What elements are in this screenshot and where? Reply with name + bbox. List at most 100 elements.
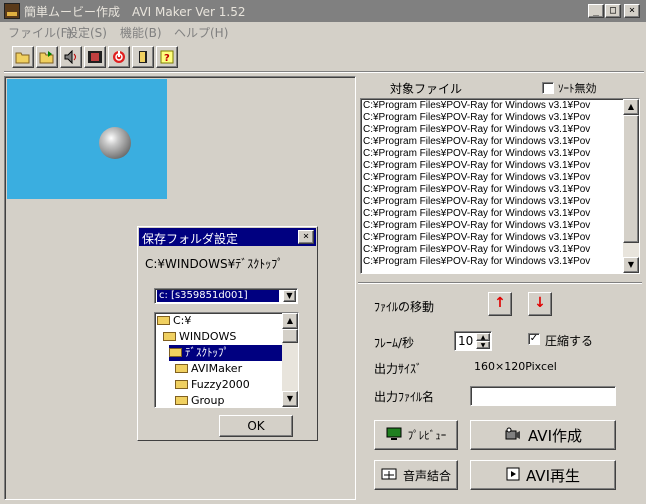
play-icon (506, 467, 520, 484)
folder-label: Fuzzy2000 (191, 378, 250, 391)
move-down-button[interactable]: ↓ (528, 292, 552, 316)
menu-help[interactable]: ヘルプ(H) (174, 24, 228, 41)
sound-icon[interactable] (60, 46, 82, 68)
folder-label: ﾃﾞｽｸﾄｯﾌﾟ (185, 346, 229, 359)
spin-down-icon[interactable]: ▼ (476, 341, 490, 349)
dialog-title-bar: 保存フォルダ設定 × (139, 228, 316, 246)
list-item[interactable]: C:¥Program Files¥POV-Ray for Windows v3.… (363, 124, 590, 136)
save-folder-dialog: 保存フォルダ設定 × C:¥WINDOWS¥ﾃﾞｽｸﾄｯﾌﾟ c: [s3598… (137, 226, 318, 441)
power-icon[interactable] (108, 46, 130, 68)
menu-bar: ファイル(F) 設定(S) 機能(B) ヘルプ(H) (0, 22, 646, 40)
scroll-thumb[interactable] (282, 329, 298, 343)
svg-text:?: ? (164, 53, 170, 64)
menu-functions[interactable]: 機能(B) (120, 24, 162, 41)
avi-create-label: AVI作成 (528, 426, 582, 445)
sort-disable-checkbox[interactable] (542, 82, 554, 94)
fps-label: ﾌﾚｰﾑ/秒 (374, 336, 415, 350)
compress-checkbox[interactable]: ✓ (528, 333, 540, 345)
maximize-button[interactable]: □ (605, 4, 621, 18)
camera-icon (504, 427, 522, 444)
app-icon[interactable] (4, 3, 20, 19)
avi-play-label: AVI再生 (526, 466, 580, 485)
list-item[interactable]: C:¥Program Files¥POV-Ray for Windows v3.… (363, 244, 590, 256)
folder-label: AVIMaker (191, 362, 243, 375)
preview-button[interactable]: ﾌﾟﾚﾋﾞｭｰ (374, 420, 458, 450)
scroll-up-icon[interactable]: ▲ (623, 99, 639, 115)
help-icon[interactable]: ? (156, 46, 178, 68)
list-item[interactable]: C:¥Program Files¥POV-Ray for Windows v3.… (363, 208, 590, 220)
folder-label: Group (191, 394, 225, 407)
right-panel: 対象ファイル ｿｰﾄ無効 C:¥Program Files¥POV-Ray fo… (358, 76, 642, 500)
folder-item[interactable]: C:¥ (157, 313, 283, 329)
panel-separator (358, 282, 642, 284)
drive-select[interactable]: c: [s359851d001] ▼ (154, 288, 298, 304)
audio-merge-button[interactable]: 音声結合 (374, 460, 458, 490)
menu-settings[interactable]: 設定(S) (66, 24, 107, 41)
folder-label: C:¥ (173, 314, 192, 327)
list-item[interactable]: C:¥Program Files¥POV-Ray for Windows v3.… (363, 172, 590, 184)
compress-label: 圧縮する (545, 334, 594, 348)
folder-label: WINDOWS (179, 330, 237, 343)
dialog-title: 保存フォルダ設定 (142, 232, 239, 246)
list-item[interactable]: C:¥Program Files¥POV-Ray for Windows v3.… (363, 112, 590, 124)
folder-icon (157, 315, 170, 325)
output-name-input[interactable] (470, 386, 616, 406)
menu-file[interactable]: ファイル(F) (8, 24, 72, 41)
scroll-down-icon[interactable]: ▼ (282, 391, 298, 407)
sphere-render (99, 127, 131, 159)
move-up-button[interactable]: ↑ (488, 292, 512, 316)
scroll-down-icon[interactable]: ▼ (623, 257, 639, 273)
open-folder-icon[interactable] (12, 46, 34, 68)
list-item[interactable]: C:¥Program Files¥POV-Ray for Windows v3.… (363, 256, 590, 268)
list-item[interactable]: C:¥Program Files¥POV-Ray for Windows v3.… (363, 100, 590, 112)
open-folder-icon[interactable] (36, 46, 58, 68)
minimize-button[interactable]: _ (588, 4, 604, 18)
sort-disable-label: ｿｰﾄ無効 (558, 82, 597, 95)
folder-item[interactable]: WINDOWS (163, 329, 283, 345)
avi-create-button[interactable]: AVI作成 (470, 420, 616, 450)
move-file-label: ﾌｧｲﾙの移動 (374, 300, 435, 314)
selected-path: C:¥WINDOWS¥ﾃﾞｽｸﾄｯﾌﾟ (145, 257, 284, 271)
toolbar-separator (4, 71, 644, 73)
toolbar: ? (4, 44, 644, 73)
folder-icon (163, 331, 176, 341)
list-item[interactable]: C:¥Program Files¥POV-Ray for Windows v3.… (363, 136, 590, 148)
folder-item[interactable]: AVIMaker (175, 361, 283, 377)
file-list-scrollbar[interactable]: ▲ ▼ (623, 99, 639, 273)
folder-item[interactable]: ﾃﾞｽｸﾄｯﾌﾟ (169, 345, 283, 361)
folder-scrollbar[interactable]: ▲ ▼ (282, 313, 298, 407)
folder-icon (175, 363, 188, 373)
folder-tree[interactable]: C:¥ WINDOWS ﾃﾞｽｸﾄｯﾌﾟ AVIMaker Fuzzy2000 Group… (154, 312, 299, 408)
output-size-value: 160×120Pixcel (474, 360, 557, 373)
list-item[interactable]: C:¥Program Files¥POV-Ray for Windows v3.… (363, 232, 590, 244)
film-icon[interactable] (84, 46, 106, 68)
drive-select-value: c: [s359851d001] (157, 290, 279, 302)
title-bar: 簡単ムービー作成 AVI Maker Ver 1.52 _ □ × (0, 0, 646, 22)
exit-door-icon[interactable] (132, 46, 154, 68)
list-item[interactable]: C:¥Program Files¥POV-Ray for Windows v3.… (363, 160, 590, 172)
audio-merge-icon (381, 467, 397, 484)
list-item[interactable]: C:¥Program Files¥POV-Ray for Windows v3.… (363, 220, 590, 232)
window-title: 簡単ムービー作成 AVI Maker Ver 1.52 (24, 5, 246, 19)
list-item[interactable]: C:¥Program Files¥POV-Ray for Windows v3.… (363, 184, 590, 196)
spin-up-icon[interactable]: ▲ (476, 333, 490, 341)
file-list-header: 対象ファイル (390, 82, 463, 96)
folder-item[interactable]: Fuzzy2000 (175, 377, 283, 393)
audio-merge-label: 音声結合 (402, 468, 451, 483)
file-list[interactable]: C:¥Program Files¥POV-Ray for Windows v3.… (360, 98, 640, 274)
scroll-up-icon[interactable]: ▲ (282, 313, 298, 329)
folder-item[interactable]: Group (175, 393, 283, 407)
output-name-label: 出力ﾌｧｲﾙ名 (374, 390, 435, 404)
fps-value: 10 (458, 334, 474, 348)
scroll-thumb[interactable] (623, 115, 639, 243)
dialog-close-button[interactable]: × (298, 230, 314, 244)
avi-play-button[interactable]: AVI再生 (470, 460, 616, 490)
folder-icon (169, 347, 182, 357)
close-button[interactable]: × (624, 4, 640, 18)
fps-stepper[interactable]: 10 ▲ ▼ (454, 331, 492, 351)
chevron-down-icon[interactable]: ▼ (283, 290, 296, 302)
ok-button[interactable]: OK (219, 415, 293, 437)
list-item[interactable]: C:¥Program Files¥POV-Ray for Windows v3.… (363, 148, 590, 160)
folder-icon (175, 395, 188, 405)
list-item[interactable]: C:¥Program Files¥POV-Ray for Windows v3.… (363, 196, 590, 208)
